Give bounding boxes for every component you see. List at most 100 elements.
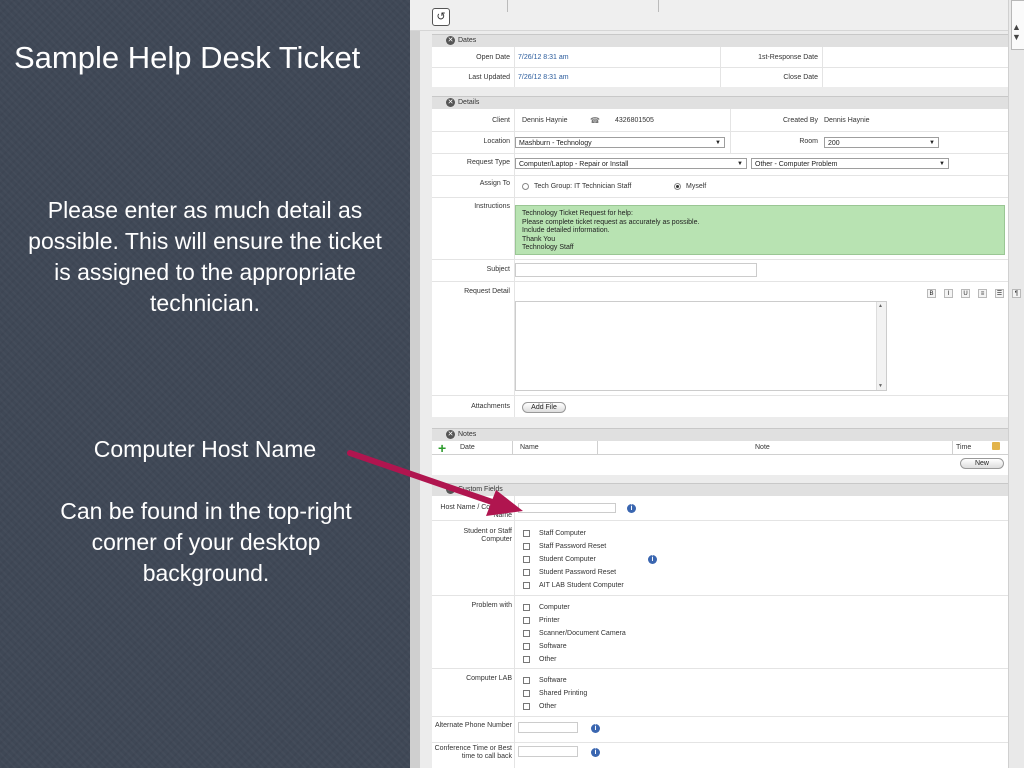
client-phone: 4326801505 [615, 117, 654, 124]
chevron-down-icon: ▼ [929, 140, 935, 146]
lab-software-checkbox[interactable] [523, 677, 530, 684]
lock-icon [992, 442, 1000, 450]
last-updated-value: 7/26/12 8:31 am [518, 74, 569, 81]
info-icon[interactable]: i [648, 555, 657, 564]
lab-student-checkbox[interactable] [523, 582, 530, 589]
section-title: Custom Fields [458, 486, 503, 493]
conference-time-label: Conference Time or Best time to call bac… [434, 745, 512, 760]
problem-other-checkbox[interactable] [523, 656, 530, 663]
collapse-icon[interactable]: ✕ [446, 430, 455, 439]
computer-lab-label: Computer LAB [466, 675, 512, 682]
slide-instructions: Please enter as much detail as possible.… [28, 197, 382, 316]
notes-section-header[interactable]: ✕ Notes [432, 428, 1008, 442]
paragraph-icon[interactable]: ¶ [1012, 289, 1021, 298]
add-file-button[interactable]: Add File [522, 402, 566, 413]
scroll-up-icon[interactable]: ▲ [878, 303, 883, 309]
custom-fields-section-header[interactable]: ✕ Custom Fields [432, 483, 1008, 497]
assign-group-label: Tech Group: IT Technician Staff [534, 183, 632, 190]
student-staff-label: Student or Staff Computer [463, 528, 512, 543]
notes-col-name[interactable]: Name [520, 444, 539, 451]
dates-section-header[interactable]: ✕ Dates [432, 34, 1008, 48]
notes-col-note[interactable]: Note [755, 444, 770, 451]
assign-myself-radio[interactable] [674, 183, 681, 190]
lab-other-checkbox[interactable] [523, 703, 530, 710]
underline-icon[interactable]: U [961, 289, 970, 298]
add-note-icon[interactable]: + [438, 441, 448, 455]
collapse-icon[interactable]: ✕ [446, 36, 455, 45]
toolbar-divider [658, 0, 659, 12]
student-computer-checkbox[interactable] [523, 556, 530, 563]
scroll-up-icon[interactable]: ▲ [1012, 22, 1021, 32]
back-icon[interactable]: ↺ [432, 8, 450, 26]
italic-icon[interactable]: I [944, 289, 953, 298]
assign-group-radio[interactable] [522, 183, 529, 190]
problem-software-checkbox[interactable] [523, 643, 530, 650]
problem-printer-checkbox[interactable] [523, 617, 530, 624]
request-type-select[interactable]: Computer/Laptop - Repair or Install ▼ [515, 158, 747, 169]
lab-shared-printing-checkbox[interactable] [523, 690, 530, 697]
location-label: Location [483, 138, 510, 145]
collapse-icon[interactable]: ✕ [446, 98, 455, 107]
last-updated-label: Last Updated [468, 74, 510, 81]
help-desk-window: ↺ ▲ ▼ ✕ Dates Open Date 7/26/12 8:31 am … [410, 0, 1024, 768]
info-icon[interactable]: i [591, 724, 600, 733]
alternate-phone-label: Alternate Phone Number [434, 722, 512, 729]
numbered-list-icon[interactable]: ☰ [995, 289, 1004, 298]
new-note-button[interactable]: New [960, 458, 1004, 469]
collapse-icon[interactable]: ✕ [446, 485, 455, 494]
notes-col-time[interactable]: Time [956, 444, 971, 451]
option-label: Shared Printing [539, 690, 588, 697]
room-select[interactable]: 200 ▼ [824, 137, 939, 148]
instructions-box: Technology Ticket Request for help: Plea… [515, 205, 1005, 255]
section-title: Notes [458, 431, 477, 438]
staff-computer-checkbox[interactable] [523, 530, 530, 537]
scroll-down-icon[interactable]: ▼ [1012, 32, 1021, 42]
request-subtype-select[interactable]: Other - Computer Problem ▼ [751, 158, 949, 169]
close-date-label: Close Date [783, 74, 818, 81]
details-section-header[interactable]: ✕ Details [432, 96, 1008, 110]
chevron-down-icon: ▼ [939, 161, 945, 167]
assign-myself-label: Myself [686, 183, 707, 190]
problem-scanner-checkbox[interactable] [523, 630, 530, 637]
open-date-label: Open Date [476, 54, 510, 61]
student-password-checkbox[interactable] [523, 569, 530, 576]
conference-time-input[interactable] [518, 746, 578, 757]
slide-panel: Sample Help Desk Ticket Please enter as … [0, 0, 410, 768]
created-by-label: Created By [782, 117, 818, 124]
bullet-list-icon[interactable]: ≡ [978, 289, 987, 298]
window-edge [410, 0, 420, 768]
option-label: Scanner/Document Camera [539, 630, 626, 637]
first-response-label: 1st-Response Date [758, 54, 818, 61]
info-icon[interactable]: i [627, 504, 636, 513]
staff-password-checkbox[interactable] [523, 543, 530, 550]
client-label: Client [492, 117, 510, 124]
editor-scrollbar[interactable]: ▲ ▼ [876, 302, 886, 390]
notes-col-date[interactable]: Date [460, 444, 475, 451]
option-label: Other [539, 703, 557, 710]
instructions-line: Please complete ticket request as accura… [522, 218, 700, 226]
problem-with-label: Problem with [471, 602, 512, 609]
option-label: Printer [539, 617, 560, 624]
option-label: Other [539, 656, 557, 663]
info-icon[interactable]: i [591, 748, 600, 757]
dates-panel: Open Date 7/26/12 8:31 am 1st-Response D… [432, 47, 1008, 87]
location-select[interactable]: Mashburn - Technology ▼ [515, 137, 725, 148]
alternate-phone-input[interactable] [518, 722, 578, 733]
scrollbar[interactable]: ▲ ▼ [1008, 0, 1024, 768]
option-label: Student Password Reset [539, 569, 617, 576]
problem-computer-checkbox[interactable] [523, 604, 530, 611]
option-label: Computer [539, 604, 570, 611]
instructions-line: Include detailed information. [522, 227, 610, 234]
subject-input[interactable] [515, 263, 757, 277]
chevron-down-icon: ▼ [737, 161, 743, 167]
client-value[interactable]: Dennis Haynie [522, 117, 568, 124]
instructions-line: Technology Ticket Request for help: [522, 210, 633, 217]
host-name-input[interactable] [518, 503, 616, 513]
request-detail-editor[interactable]: ▲ ▼ [515, 301, 887, 391]
instructions-line: Thank You [522, 235, 556, 243]
option-label: Student Computer [539, 556, 596, 563]
bold-icon[interactable]: B [927, 289, 936, 298]
phone-icon: ☎ [590, 116, 600, 125]
scroll-down-icon[interactable]: ▼ [878, 383, 883, 389]
host-name-label: Host Name / Computer Name [440, 504, 512, 519]
